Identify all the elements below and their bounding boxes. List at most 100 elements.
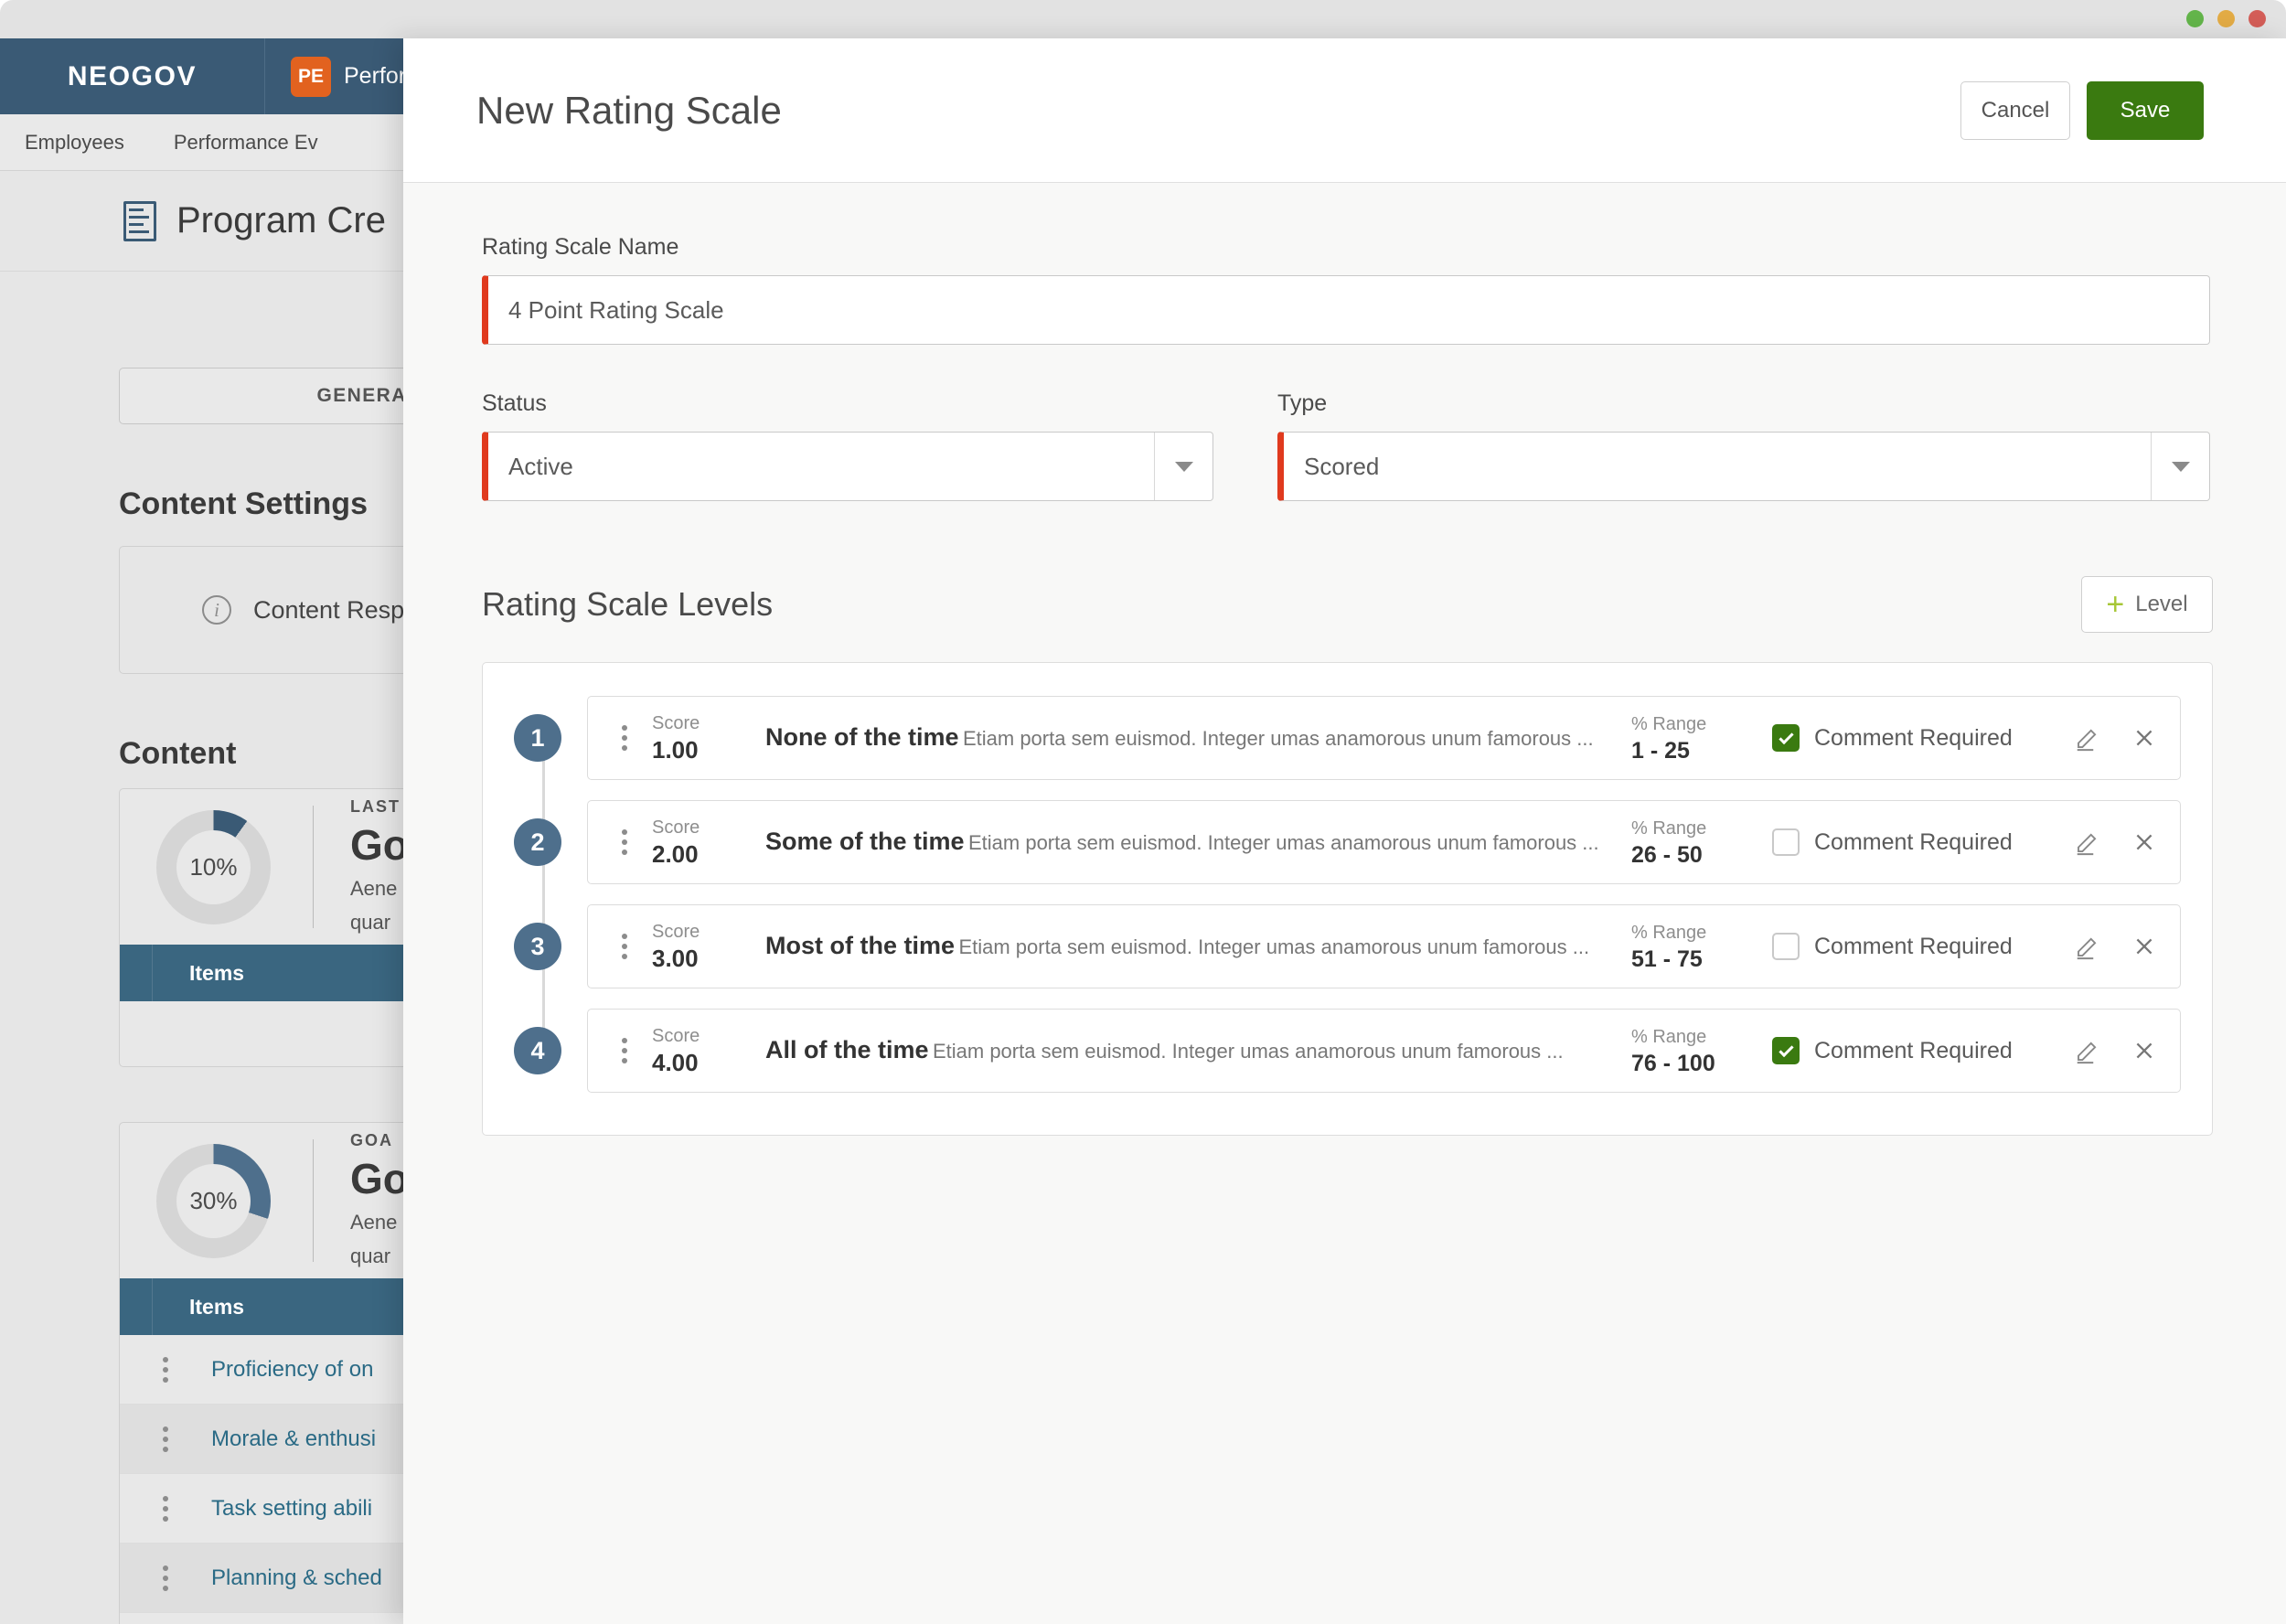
pencil-icon[interactable] — [2074, 724, 2101, 752]
drag-handle-icon[interactable] — [604, 1038, 645, 1063]
level-row-actions — [2074, 828, 2156, 856]
items-column-header: Items — [189, 1294, 245, 1319]
pencil-icon[interactable] — [2074, 828, 2101, 856]
pencil-icon[interactable] — [2074, 933, 2101, 960]
chevron-down-icon[interactable] — [2151, 433, 2209, 500]
close-icon[interactable] — [2132, 935, 2156, 958]
drag-handle-icon[interactable] — [120, 1356, 211, 1383]
type-select[interactable]: Scored — [1277, 432, 2210, 501]
drag-handle-icon[interactable] — [604, 934, 645, 959]
comment-required-checkbox[interactable] — [1772, 724, 1800, 752]
content-settings-heading: Content Settings — [119, 486, 368, 521]
content-card-kicker: LAST — [350, 796, 401, 816]
comment-required-checkbox[interactable] — [1772, 933, 1800, 960]
level-row-actions — [2074, 933, 2156, 960]
level-card[interactable]: Score 3.00 Most of the time Etiam porta … — [587, 904, 2181, 988]
pencil-icon[interactable] — [2074, 1037, 2101, 1064]
level-score-value: 1.00 — [652, 735, 699, 764]
progress-percent-label: 10% — [176, 829, 251, 904]
level-score: Score 4.00 — [652, 1024, 751, 1077]
comment-required-group[interactable]: Comment Required — [1772, 933, 2074, 960]
content-card-heading: Go — [350, 1154, 409, 1202]
modal-actions: Cancel Save — [1960, 80, 2204, 140]
content-card-desc-line2: quar — [350, 910, 391, 934]
list-item-label[interactable]: Task setting abili — [211, 1496, 372, 1522]
program-document-icon — [123, 200, 156, 241]
save-button[interactable]: Save — [2087, 80, 2204, 140]
drag-handle-icon[interactable] — [120, 1426, 211, 1452]
level-text: Most of the time Etiam porta sem euismod… — [751, 931, 1631, 962]
modal-header: New Rating Scale Cancel Save — [403, 38, 2286, 183]
drag-handle-icon[interactable] — [120, 1495, 211, 1522]
level-range-value: 26 - 50 — [1631, 841, 1703, 868]
level-range: % Range 51 - 75 — [1631, 921, 1750, 973]
levels-section-title: Rating Scale Levels — [482, 585, 774, 623]
level-score-label: Score — [652, 1025, 700, 1046]
content-card-meta: GOA Go Aene quar — [314, 1131, 409, 1271]
comment-required-label: Comment Required — [1814, 1037, 2013, 1063]
rating-scale-name-input[interactable] — [488, 295, 2209, 325]
content-card-desc-line1: Aene — [350, 876, 398, 900]
window-minimize-dot[interactable] — [2186, 10, 2204, 27]
drag-handle-icon[interactable] — [120, 1565, 211, 1591]
content-responsibility-label: Content Resp — [253, 595, 405, 624]
level-row: 2 Score 2.00 Some of the time Etiam port… — [514, 800, 2181, 884]
drag-handle-icon[interactable] — [604, 725, 645, 751]
level-step-badge: 2 — [514, 818, 561, 866]
add-level-button[interactable]: + Level — [2081, 576, 2213, 633]
close-icon[interactable] — [2132, 726, 2156, 750]
level-description: Etiam porta sem euismod. Integer umas an… — [958, 935, 1590, 959]
list-item-label[interactable]: Morale & enthusi — [211, 1426, 376, 1452]
close-icon[interactable] — [2132, 1039, 2156, 1063]
rating-scale-name-label: Rating Scale Name — [482, 234, 679, 260]
status-field-group: Status Active — [482, 390, 1213, 501]
step-connector-line — [542, 738, 545, 1051]
window-maximize-dot[interactable] — [2217, 10, 2235, 27]
level-card[interactable]: Score 1.00 None of the time Etiam porta … — [587, 696, 2181, 780]
level-description: Etiam porta sem euismod. Integer umas an… — [962, 727, 1594, 751]
level-range: % Range 1 - 25 — [1631, 712, 1750, 764]
level-score-label: Score — [652, 817, 700, 838]
level-row-actions — [2074, 1037, 2156, 1064]
status-select[interactable]: Active — [482, 432, 1213, 501]
cancel-button[interactable]: Cancel — [1960, 80, 2070, 140]
level-score-value: 3.00 — [652, 944, 699, 972]
nav-item-employees[interactable]: Employees — [0, 114, 149, 171]
modal-title: New Rating Scale — [476, 88, 782, 132]
levels-panel: 1 Score 1.00 None of the time Etiam port… — [482, 662, 2213, 1136]
levels-section-header: Rating Scale Levels + Level — [482, 576, 2213, 633]
type-selected-value: Scored — [1304, 452, 1380, 480]
comment-required-group[interactable]: Comment Required — [1772, 724, 2074, 752]
level-score-label: Score — [652, 921, 700, 942]
list-item-label[interactable]: Planning & sched — [211, 1565, 382, 1591]
level-name: Some of the time — [765, 828, 965, 856]
comment-required-group[interactable]: Comment Required — [1772, 828, 2074, 856]
neogov-logo[interactable]: NEOGOV — [0, 38, 265, 114]
window-controls — [2186, 10, 2266, 27]
comment-required-group[interactable]: Comment Required — [1772, 1037, 2074, 1064]
level-range-label: % Range — [1631, 922, 1707, 943]
level-range-label: % Range — [1631, 1026, 1707, 1047]
info-icon[interactable]: i — [202, 595, 231, 625]
page-title: Program Cre — [176, 200, 386, 240]
level-range-label: % Range — [1631, 817, 1707, 839]
product-badge-icon: PE — [291, 56, 331, 97]
level-card[interactable]: Score 4.00 All of the time Etiam porta s… — [587, 1009, 2181, 1093]
nav-item-performance-evaluations[interactable]: Performance Ev — [149, 114, 343, 171]
content-card-heading: Go — [350, 820, 409, 869]
level-score: Score 2.00 — [652, 816, 751, 869]
level-range-label: % Range — [1631, 713, 1707, 734]
level-row-actions — [2074, 724, 2156, 752]
progress-donut: 10% — [156, 809, 271, 924]
chevron-down-icon[interactable] — [1154, 433, 1212, 500]
drag-handle-icon[interactable] — [604, 829, 645, 855]
status-type-row: Status Active Type Scored — [482, 390, 2213, 501]
window-close-dot[interactable] — [2249, 10, 2266, 27]
close-icon[interactable] — [2132, 830, 2156, 854]
list-item-label[interactable]: Proficiency of on — [211, 1357, 373, 1383]
level-card[interactable]: Score 2.00 Some of the time Etiam porta … — [587, 800, 2181, 884]
level-step-badge: 1 — [514, 714, 561, 762]
level-text: All of the time Etiam porta sem euismod.… — [751, 1035, 1631, 1066]
comment-required-checkbox[interactable] — [1772, 828, 1800, 856]
comment-required-checkbox[interactable] — [1772, 1037, 1800, 1064]
